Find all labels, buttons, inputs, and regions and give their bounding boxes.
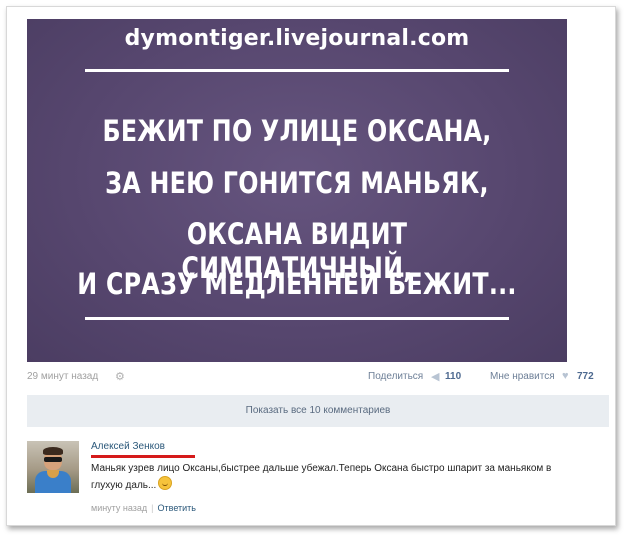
poster-line-4: И СРАЗУ МЕДЛЕННЕЙ БЕЖИТ... [77,267,517,301]
comment-time[interactable]: минуту назад [91,503,147,513]
avatar[interactable] [27,441,79,493]
screenshot-frame: dymontiger.livejournal.com БЕЖИТ ПО УЛИЦ… [6,6,616,526]
watermark: dymontiger.livejournal.com [124,26,470,51]
footer-divider: | [151,503,154,513]
comment-author-link[interactable]: Алексей Зенков [91,441,165,452]
share-icon: ◀ [431,371,440,383]
poster-line-1: БЕЖИТ ПО УЛИЦЕ ОКСАНА, [102,114,492,148]
avatar-figure-glasses [44,457,62,462]
post-image[interactable]: dymontiger.livejournal.com БЕЖИТ ПО УЛИЦ… [27,19,567,362]
like-count: 772 [577,371,594,382]
poster-top-rule [85,69,509,72]
comment-text: Маньяк узрев лицо Оксаны,быстрее дальше … [91,461,571,493]
post-meta-bar: 29 минут назад ⚙ Поделиться ◀ 110 Мне нр… [27,370,607,385]
share-button[interactable]: Поделиться [368,371,423,382]
red-highlight-underline [91,455,195,458]
poster-bottom-rule [85,317,509,320]
post-timestamp[interactable]: 29 минут назад [27,371,98,382]
heart-icon[interactable]: ♥ [562,370,569,382]
poster-line-2: ЗА НЕЮ ГОНИТСЯ МАНЬЯК, [105,166,489,200]
smile-icon [158,476,173,490]
comment-item: Алексей Зенков Маньяк узрев лицо Оксаны,… [27,439,609,519]
reply-link[interactable]: Ответить [158,503,196,513]
gear-icon[interactable]: ⚙ [115,370,125,383]
comment-footer: минуту назад | Ответить [91,503,196,513]
show-all-comments-button[interactable]: Показать все 10 комментариев [27,395,609,427]
like-button[interactable]: Мне нравится [490,371,555,382]
avatar-figure-hair [43,447,63,455]
share-count: 110 [445,371,462,382]
